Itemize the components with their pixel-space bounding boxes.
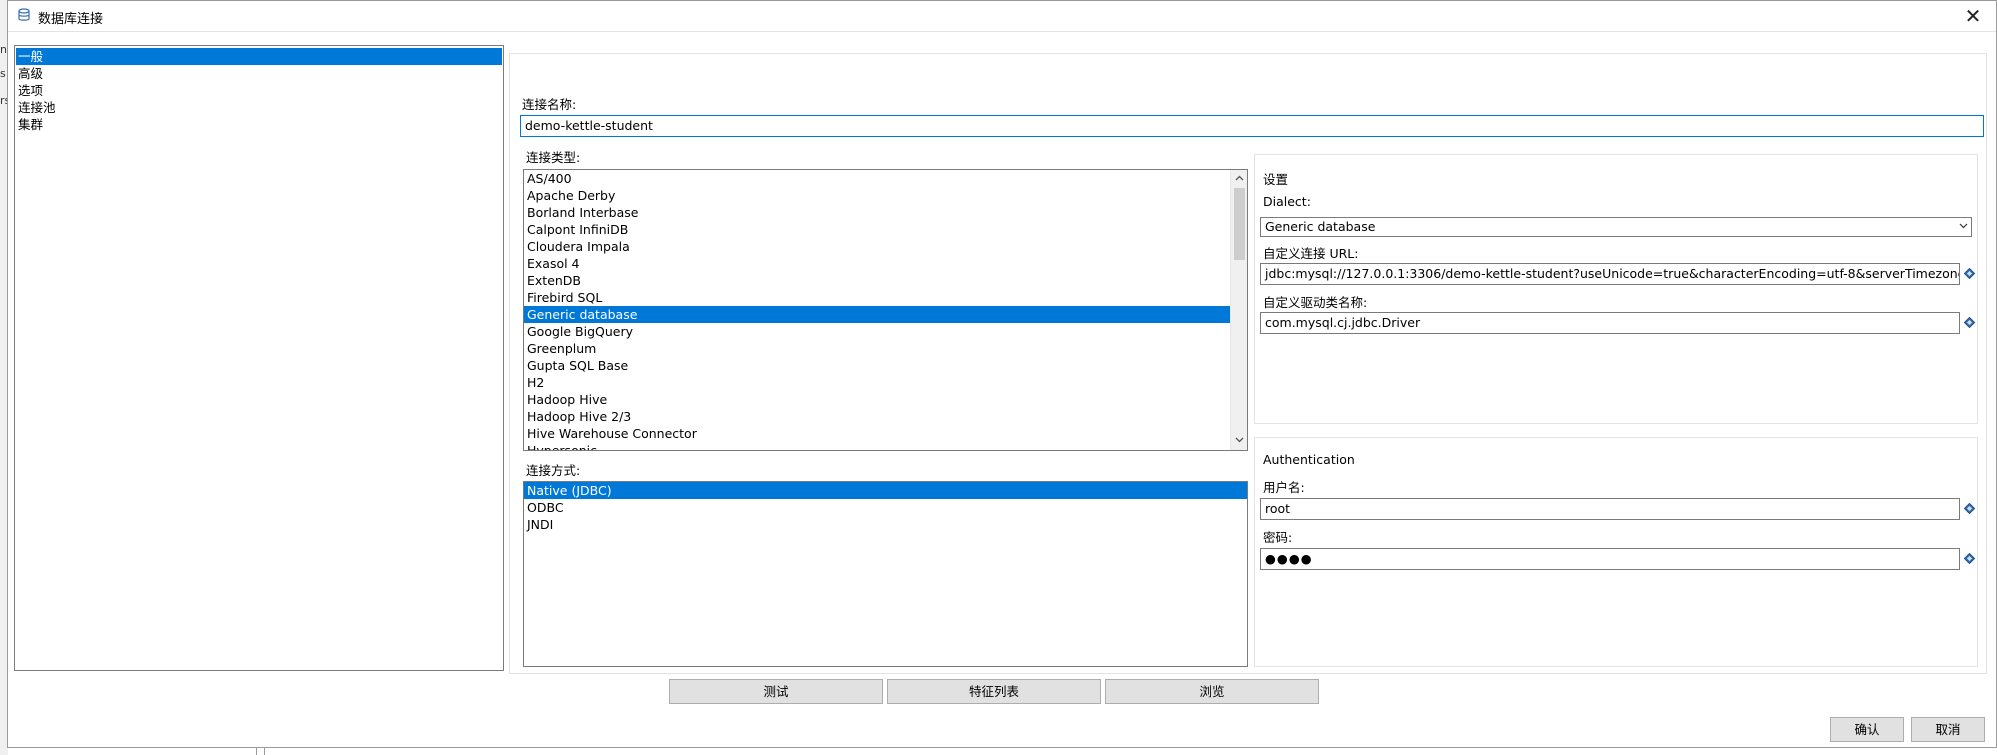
dialect-label: Dialect: xyxy=(1263,194,1311,209)
title-separator xyxy=(8,31,1996,32)
nav-item-pooling[interactable]: 连接池 xyxy=(16,99,502,116)
list-item-selected[interactable]: Generic database xyxy=(524,306,1230,323)
nav-item-advanced[interactable]: 高级 xyxy=(16,65,502,82)
list-item[interactable]: Firebird SQL xyxy=(524,289,1247,306)
dialect-select[interactable]: Generic database xyxy=(1260,217,1972,237)
test-button[interactable]: 测试 xyxy=(669,679,883,704)
connection-type-label: 连接类型: xyxy=(526,150,581,165)
list-item[interactable]: Hive Warehouse Connector xyxy=(524,425,1247,442)
explore-button[interactable]: 浏览 xyxy=(1105,679,1319,704)
variable-icon[interactable] xyxy=(1963,502,1976,515)
title-bar: 数据库连接 ✕ xyxy=(8,1,1996,31)
list-item[interactable]: Greenplum xyxy=(524,340,1247,357)
chevron-down-icon xyxy=(1959,218,1968,236)
connection-name-label: 连接名称: xyxy=(522,97,577,112)
access-label: 连接方式: xyxy=(526,463,581,478)
dialect-value: Generic database xyxy=(1265,219,1376,234)
close-icon: ✕ xyxy=(1964,4,1982,28)
scrollbar-thumb[interactable] xyxy=(1234,188,1245,260)
list-item[interactable]: AS/400 xyxy=(524,170,1247,187)
close-button[interactable]: ✕ xyxy=(1958,3,1988,29)
scroll-down-icon[interactable] xyxy=(1231,433,1247,449)
variable-icon[interactable] xyxy=(1963,267,1976,280)
list-item[interactable]: Borland Interbase xyxy=(524,204,1247,221)
general-panel: 连接名称: demo-kettle-student 连接类型: AS/400 A… xyxy=(509,53,1987,674)
nav-item-options[interactable]: 选项 xyxy=(16,82,502,99)
password-input[interactable]: ●●●● xyxy=(1260,548,1960,570)
list-item[interactable]: Exasol 4 xyxy=(524,255,1247,272)
username-label: 用户名: xyxy=(1263,480,1305,495)
category-list[interactable]: 一般 高级 选项 连接池 集群 xyxy=(14,45,504,671)
feature-list-button[interactable]: 特征列表 xyxy=(887,679,1101,704)
settings-title: 设置 xyxy=(1263,172,1289,187)
connection-type-list[interactable]: AS/400 Apache Derby Borland Interbase Ca… xyxy=(523,169,1248,451)
settings-group: 设置 Dialect: Generic database 自定义连接 URL: … xyxy=(1254,154,1978,424)
list-item[interactable]: Hadoop Hive xyxy=(524,391,1247,408)
scroll-up-icon[interactable] xyxy=(1231,171,1247,187)
list-item[interactable]: Google BigQuery xyxy=(524,323,1247,340)
authentication-title: Authentication xyxy=(1263,452,1355,467)
custom-url-label: 自定义连接 URL: xyxy=(1263,246,1359,261)
background-text: s xyxy=(0,67,6,80)
connection-name-input[interactable]: demo-kettle-student xyxy=(520,115,1984,137)
database-connection-dialog: 数据库连接 ✕ 一般 高级 选项 连接池 集群 连接名称: demo-kettl… xyxy=(7,0,1997,748)
list-item[interactable]: Calpont InfiniDB xyxy=(524,221,1247,238)
list-item[interactable]: Hadoop Hive 2/3 xyxy=(524,408,1247,425)
database-icon xyxy=(18,8,30,26)
list-item[interactable]: Apache Derby xyxy=(524,187,1247,204)
variable-icon[interactable] xyxy=(1963,316,1976,329)
background-text: n xyxy=(0,43,7,56)
custom-url-input[interactable]: jdbc:mysql://127.0.0.1:3306/demo-kettle-… xyxy=(1260,263,1960,285)
list-item[interactable]: Cloudera Impala xyxy=(524,238,1247,255)
username-input[interactable]: root xyxy=(1260,498,1960,520)
password-label: 密码: xyxy=(1263,530,1293,545)
window-title: 数据库连接 xyxy=(38,12,104,27)
authentication-group: Authentication 用户名: root 密码: ●●●● xyxy=(1254,437,1978,667)
custom-driver-input[interactable]: com.mysql.cj.jdbc.Driver xyxy=(1260,312,1960,334)
list-item[interactable]: ExtenDB xyxy=(524,272,1247,289)
access-method-list[interactable]: Native (JDBC) ODBC JNDI xyxy=(523,481,1248,667)
list-item[interactable]: ODBC xyxy=(524,499,1247,516)
ok-button[interactable]: 确认 xyxy=(1830,717,1904,742)
list-item[interactable]: JNDI xyxy=(524,516,1247,533)
list-item-selected[interactable]: Native (JDBC) xyxy=(524,482,1247,499)
list-item[interactable]: Hypersonic xyxy=(524,442,1247,450)
list-item[interactable]: Gupta SQL Base xyxy=(524,357,1247,374)
variable-icon[interactable] xyxy=(1963,552,1976,565)
custom-driver-label: 自定义驱动类名称: xyxy=(1263,295,1368,310)
nav-item-general[interactable]: 一般 xyxy=(16,48,502,65)
connection-type-scrollbar[interactable] xyxy=(1230,170,1247,450)
cancel-button[interactable]: 取消 xyxy=(1911,717,1985,742)
nav-item-clustering[interactable]: 集群 xyxy=(16,116,502,133)
list-item[interactable]: H2 xyxy=(524,374,1247,391)
